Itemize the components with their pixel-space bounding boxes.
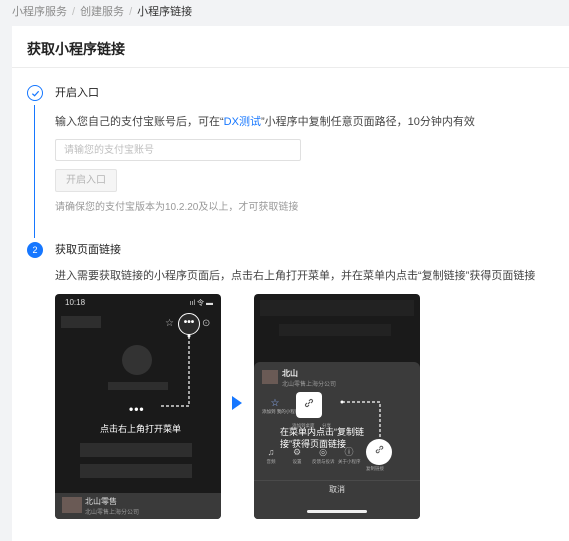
page-title: 获取小程序链接 (27, 41, 125, 57)
avatar-placeholder (122, 345, 152, 375)
copy-link-label: 复制链接 (366, 466, 384, 471)
shop-subtitle: 北山零售上海分公司 (282, 382, 337, 388)
version-hint: 请确保您的支付宝版本为10.2.20及以上，才可获取链接 (55, 202, 299, 213)
star-icon: ☆ (165, 318, 174, 329)
menu-dots-icon: ••• (129, 402, 145, 416)
shop-card: 北山零售 北山零售上海分公司 (55, 493, 221, 519)
favorite-action: ☆ 添加到 我的小程序 (262, 398, 300, 415)
step2-number-badge: 2 (27, 242, 43, 258)
status-icons: ııl 令 ▬ (189, 300, 213, 307)
step-done-check-icon (27, 85, 43, 101)
alipay-account-input[interactable] (55, 139, 301, 161)
shop-thumbnail (62, 497, 82, 513)
more-menu-capsule-icon: ••• (178, 313, 200, 335)
step2-title: 获取页面链接 (55, 244, 121, 256)
phone1-caption: 点击右上角打开菜单 (100, 424, 182, 434)
headphone-icon: ♫ (267, 447, 275, 457)
step1-title: 开启入口 (55, 87, 99, 99)
breadcrumb-separator: / (72, 6, 76, 18)
step-connector-line (34, 105, 35, 238)
step1-description: 输入您自己的支付宝账号后，可在“DX测试”小程序中复制任意页面路径，10分钟内有… (55, 115, 475, 129)
feedback-label: 反馈与投诉 (312, 459, 335, 464)
breadcrumb: 小程序服务 / 创建服务 / 小程序链接 (12, 4, 192, 20)
status-time: 10:18 (65, 298, 86, 307)
next-step-arrow-icon (232, 396, 242, 410)
link-badge-icon (296, 392, 322, 418)
breadcrumb-item-current: 小程序链接 (137, 6, 193, 18)
placeholder-block (80, 443, 192, 457)
star-icon: ☆ (270, 398, 280, 409)
open-entry-button[interactable]: 开启入口 (55, 169, 117, 192)
favorite-label: 添加到 我的小程序 (262, 409, 300, 414)
main-card: 获取小程序链接 开启入口 输入您自己的支付宝账号后，可在“DX测试”小程序中复制… (12, 26, 569, 541)
shop-name: 北山零售 (85, 497, 117, 506)
breadcrumb-item-create-service[interactable]: 创建服务 (80, 4, 124, 20)
shop-name: 北山 (282, 369, 298, 378)
phone-illustration-open-menu: 10:18 ııl 令 ▬ ☆ ••• ⊙ ••• 点击右上角打开菜单 北山零售… (55, 294, 221, 519)
title-divider (12, 67, 569, 68)
phone-illustration-copy-link: 北山 北山零售上海分公司 ☆ 添加到 我的小程序 添加到桌面 分享 ♫ 音频 ⚙ 设… (254, 294, 420, 519)
close-circle-icon: ⊙ (202, 318, 211, 329)
breadcrumb-separator: / (129, 6, 133, 18)
breadcrumb-item-miniapp-service[interactable]: 小程序服务 (12, 4, 67, 20)
placeholder-block (61, 316, 101, 328)
phone2-caption: 在菜单内点击“复制链接”获得页面链接 (280, 427, 364, 449)
step1-desc-suffix: ”小程序中复制任意页面路径，10分钟内有效 (260, 116, 475, 128)
home-indicator (307, 510, 367, 513)
audio-action: ♫ 音频 (260, 446, 282, 466)
step2-description: 进入需要获取链接的小程序页面后，点击右上角打开菜单，并在菜单内点击“复制链接”获… (55, 270, 536, 282)
step1-desc-prefix: 输入您自己的支付宝账号后，可在“ (55, 116, 224, 128)
placeholder-block (279, 324, 391, 336)
settings-label: 设置 (292, 459, 302, 464)
dashed-guide-line (161, 334, 191, 407)
shop-thumbnail (262, 370, 278, 384)
about-label: 关于小程序 (338, 459, 361, 464)
placeholder-block (260, 300, 414, 316)
sheet-icon-row: ♫音频 ⚙设置 ◎反馈与投诉 ⓘ关于小程序 ⛓ (254, 446, 420, 478)
audio-label: 音频 (266, 459, 276, 464)
cancel-label: 取消 (329, 485, 345, 494)
shop-subtitle: 北山零售上海分公司 (85, 510, 140, 516)
placeholder-block (80, 464, 192, 478)
sheet-divider (254, 480, 420, 481)
miniapp-name-link[interactable]: DX测试 (224, 116, 261, 128)
